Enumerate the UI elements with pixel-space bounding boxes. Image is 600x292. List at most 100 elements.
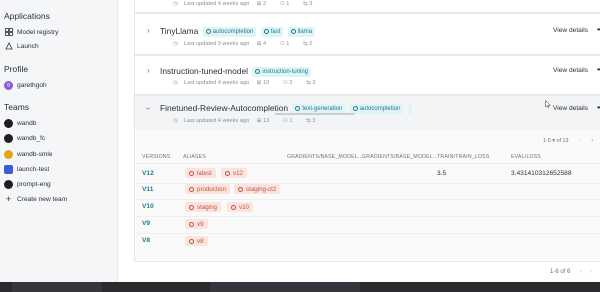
version-count: ⊞ 10 xyxy=(256,80,270,86)
version-link[interactable]: V10 xyxy=(142,203,154,210)
next-page-icon[interactable]: › xyxy=(590,269,592,275)
column-header[interactable]: ALIASES xyxy=(183,154,206,160)
team-avatar xyxy=(4,149,13,159)
links-value: 3 xyxy=(312,80,316,86)
row-divider xyxy=(135,199,600,200)
prev-page-icon[interactable]: ‹ xyxy=(580,138,582,144)
column-header[interactable]: GRADIENTS/BASE_MODEL... xyxy=(362,154,438,160)
links-value: 3 xyxy=(312,118,316,124)
registry-row[interactable]: ◷ Last updated 4 weeks ago ⊞ 2 ⚇ 1 ⇆ 3 xyxy=(134,0,600,13)
link-count: ⇆ 3 xyxy=(302,1,313,7)
alias-badge: v10 xyxy=(227,202,253,212)
alias-icon xyxy=(238,186,243,192)
version-link[interactable]: V8 xyxy=(142,237,150,244)
alias-icon xyxy=(231,204,236,210)
column-header[interactable]: VERSIONS xyxy=(142,154,170,160)
version-link[interactable]: V9 xyxy=(142,220,150,227)
sidebar-item-team-prompt-eng[interactable]: prompt-eng xyxy=(4,178,51,190)
versions-pager: 1-5 ▾ of 13 ‹ › xyxy=(543,138,593,144)
tag-label: text-generation xyxy=(302,105,343,112)
next-page-icon[interactable]: › xyxy=(591,138,593,144)
registry-row[interactable]: › TinyLlama autocompletion fast llama ◷ L… xyxy=(134,13,600,55)
column-header[interactable]: TRAIN/TRAIN_LOSS xyxy=(437,154,490,160)
team-count: ⚇ 1 xyxy=(279,41,290,47)
team-avatar xyxy=(4,118,13,128)
main-content: ◷ Last updated 4 weeks ago ⊞ 2 ⚇ 1 ⇆ 3 › … xyxy=(119,0,600,282)
tag: autocompletion xyxy=(349,103,404,114)
team-label: wandb_fc xyxy=(17,134,46,142)
link-count: ⇆ 2 xyxy=(302,41,313,47)
model-name: Finetuned-Review-Autocompletion xyxy=(160,103,289,113)
sidebar-item-team-launch-test[interactable]: launch-test xyxy=(4,163,49,175)
team-value: 1 xyxy=(289,118,293,124)
chevron-right-icon[interactable]: › xyxy=(147,26,150,35)
view-details-button[interactable]: View details xyxy=(553,67,588,74)
clock-icon: ◷ xyxy=(173,41,178,47)
column-header[interactable]: EVAL/LOSS xyxy=(511,154,541,160)
alias-label: production xyxy=(197,185,226,193)
view-details-button[interactable]: View details xyxy=(553,105,588,112)
expanded-row-header[interactable]: › Finetuned-Review-Autocompletion text-g… xyxy=(135,96,600,130)
team-value: 1 xyxy=(286,1,290,7)
link-count: ⇆ 3 xyxy=(306,118,316,124)
version-link[interactable]: V11 xyxy=(142,186,153,193)
create-team-label: Create new team xyxy=(17,195,68,203)
version-link[interactable]: V12 xyxy=(142,170,154,177)
tag: instruction-tuning xyxy=(252,66,312,77)
tag-icon xyxy=(352,106,358,112)
sidebar-item-team-wandb[interactable]: wandb xyxy=(4,117,36,129)
version-count: ⊞ 13 xyxy=(256,118,270,124)
pager-label[interactable]: 1-5 ▾ of 13 xyxy=(543,138,568,144)
view-details-button[interactable]: View details xyxy=(553,27,588,34)
updated-text: Last updated 3 weeks ago xyxy=(183,41,250,47)
sidebar-item-team-wandb-fc[interactable]: wandb_fc xyxy=(4,132,45,144)
registry-row[interactable]: › Instruction-tuned-model instruction-tu… xyxy=(134,55,600,95)
tag-label: autocompletion xyxy=(359,105,401,112)
chevron-right-icon[interactable]: › xyxy=(147,66,150,75)
team-value: 2 xyxy=(289,80,293,86)
sidebar-item-profile[interactable]: g garethgoh xyxy=(4,79,47,91)
row-meta: ◷ Last updated 4 weeks ago ⊞ 10 ⚇ 2 ⇆ 3 xyxy=(173,80,327,86)
model-registry-icon xyxy=(4,28,13,37)
clock-icon: ◷ xyxy=(173,1,178,7)
alias-icon xyxy=(189,186,194,192)
alias-badge: staging xyxy=(185,202,221,212)
tags-scrollbar[interactable] xyxy=(275,113,355,115)
team-avatar xyxy=(4,133,13,143)
tag: fast xyxy=(260,26,284,37)
team-count: ⚇ 1 xyxy=(279,1,290,7)
row-title: Instruction-tuned-model instruction-tuni… xyxy=(160,66,312,77)
version-count: ⊞ 4 xyxy=(256,41,267,47)
tag: llama xyxy=(287,26,316,37)
chevron-down-icon[interactable]: › xyxy=(144,107,153,110)
team-label: wandb xyxy=(17,119,37,127)
updated-text: Last updated 4 weeks ago xyxy=(183,118,250,124)
alias-label: v12 xyxy=(233,169,243,177)
header-divider xyxy=(135,163,600,164)
row-meta: ◷ Last updated 4 weeks ago ⊞ 13 ⚇ 1 ⇆ 3 xyxy=(173,118,327,124)
sidebar-item-launch[interactable]: Launch xyxy=(4,40,39,52)
profile-heading: Profile xyxy=(4,64,29,74)
sidebar-item-label: Launch xyxy=(17,42,39,50)
alias-badge: latest xyxy=(185,168,216,178)
row-meta: ◷ Last updated 4 weeks ago ⊞ 2 ⚇ 1 ⇆ 3 xyxy=(173,1,324,7)
tag-icon xyxy=(255,69,261,75)
taskbar xyxy=(0,282,600,292)
clock-icon: ◷ xyxy=(173,80,178,86)
tag-icon xyxy=(295,106,301,112)
versions-value: 13 xyxy=(263,118,270,124)
tag-label: instruction-tuning xyxy=(262,68,309,75)
sidebar-item-model-registry[interactable]: Model registry xyxy=(4,26,58,38)
clock-icon: ◷ xyxy=(173,118,178,124)
alias-badge: production xyxy=(185,184,230,194)
team-value: 1 xyxy=(286,41,290,47)
tag-icon xyxy=(263,29,269,35)
teams-heading: Teams xyxy=(4,102,30,112)
alias-badge: v8 xyxy=(185,236,208,246)
column-header[interactable]: GRADIENTS/BASE_MODEL... xyxy=(287,154,363,160)
prev-page-icon[interactable]: ‹ xyxy=(580,269,582,275)
team-avatar xyxy=(4,179,13,189)
create-team-button[interactable]: + Create new team xyxy=(4,193,67,205)
tag-label: autocompletion xyxy=(212,28,254,35)
sidebar-item-team-wandb-smle[interactable]: wandb-smle xyxy=(4,148,53,160)
